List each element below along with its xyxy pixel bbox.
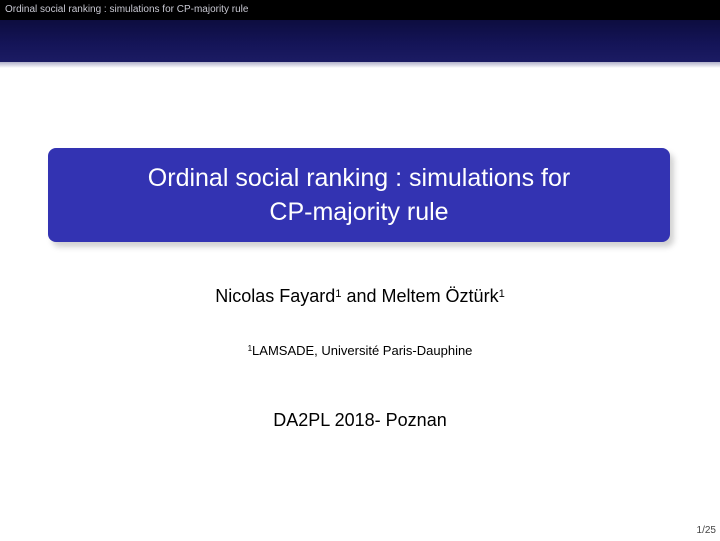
author-name-1: Nicolas Fayard (215, 286, 336, 306)
affiliation: 1LAMSADE, Université Paris-Dauphine (0, 342, 720, 360)
author-name-2: Meltem Öztürk (381, 286, 499, 306)
title-line-1: Ordinal social ranking : simulations for (147, 164, 571, 192)
event-name: DA2PL 2018- Poznan (273, 410, 447, 430)
author-affiliation-mark-2: 1 (498, 287, 505, 300)
short-title: Ordinal social ranking : simulations for… (5, 4, 249, 15)
affiliation-text: LAMSADE, Université Paris-Dauphine (252, 343, 473, 358)
authors: Nicolas Fayard1 and Meltem Öztürk1 (0, 284, 720, 308)
title-box: Ordinal social ranking : simulations for… (48, 148, 670, 242)
author-connector: and (346, 286, 377, 306)
author-affiliation-mark-1: 1 (335, 287, 342, 300)
title-line-2: CP-majority rule (269, 198, 449, 226)
affiliation-mark: 1 (247, 344, 253, 354)
page-number: 1/25 (696, 525, 716, 536)
header-band (0, 20, 720, 62)
header-band-shadow (0, 62, 720, 68)
headline-bar: Ordinal social ranking : simulations for… (0, 0, 720, 20)
